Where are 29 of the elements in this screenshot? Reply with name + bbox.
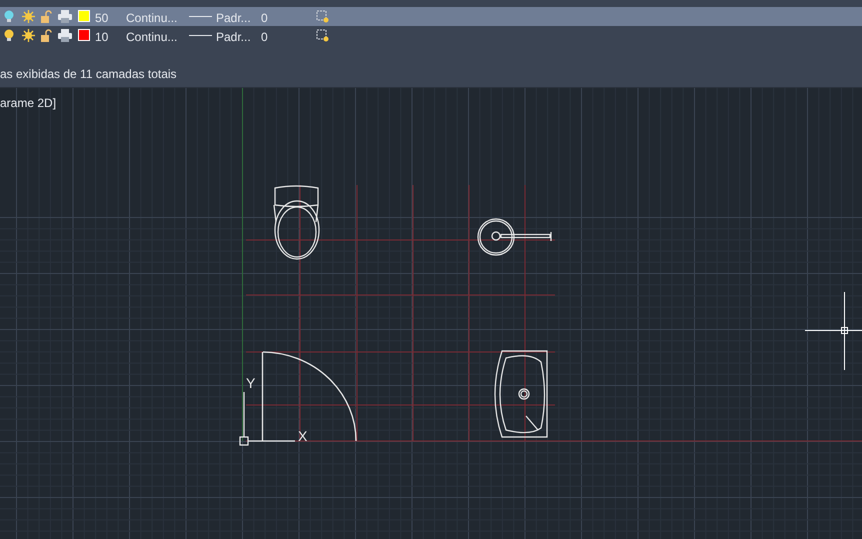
printer-icon[interactable] <box>58 10 72 23</box>
x-axis-label: X <box>298 428 308 444</box>
padlock-icon[interactable] <box>40 10 52 23</box>
sun-icon[interactable] <box>22 29 35 42</box>
padlock-icon[interactable] <box>40 29 52 42</box>
sun-icon[interactable] <box>22 10 35 23</box>
transparency-value: 0 <box>261 29 268 46</box>
linetype-name: Continu... <box>126 10 178 27</box>
printer-icon[interactable] <box>58 29 72 42</box>
layer-row[interactable]: 10 Continu... Padr... 0 <box>0 26 862 45</box>
lineweight-name: Padr... <box>216 29 251 46</box>
transparency-value: 0 <box>261 10 268 27</box>
linetype-name: Continu... <box>126 29 178 46</box>
viewport-freeze-icon[interactable] <box>316 10 329 23</box>
lightbulb-icon[interactable] <box>4 10 14 23</box>
viewport-freeze-icon[interactable] <box>316 29 329 42</box>
status-text: as exibidas de 11 camadas totais <box>0 66 177 83</box>
layer-name: 10 <box>95 29 108 46</box>
color-swatch[interactable] <box>78 29 90 41</box>
lineweight-sample <box>189 35 212 36</box>
crosshair-cursor[interactable] <box>804 292 862 370</box>
lightbulb-icon[interactable] <box>4 29 14 42</box>
lineweight-name: Padr... <box>216 10 251 27</box>
ucs-axes-icon <box>239 392 295 446</box>
lineweight-sample <box>189 16 212 17</box>
viewport-label[interactable]: arame 2D] <box>0 94 56 112</box>
color-swatch[interactable] <box>78 10 90 22</box>
layer-name: 50 <box>95 10 108 27</box>
y-axis-label: Y <box>246 375 256 391</box>
